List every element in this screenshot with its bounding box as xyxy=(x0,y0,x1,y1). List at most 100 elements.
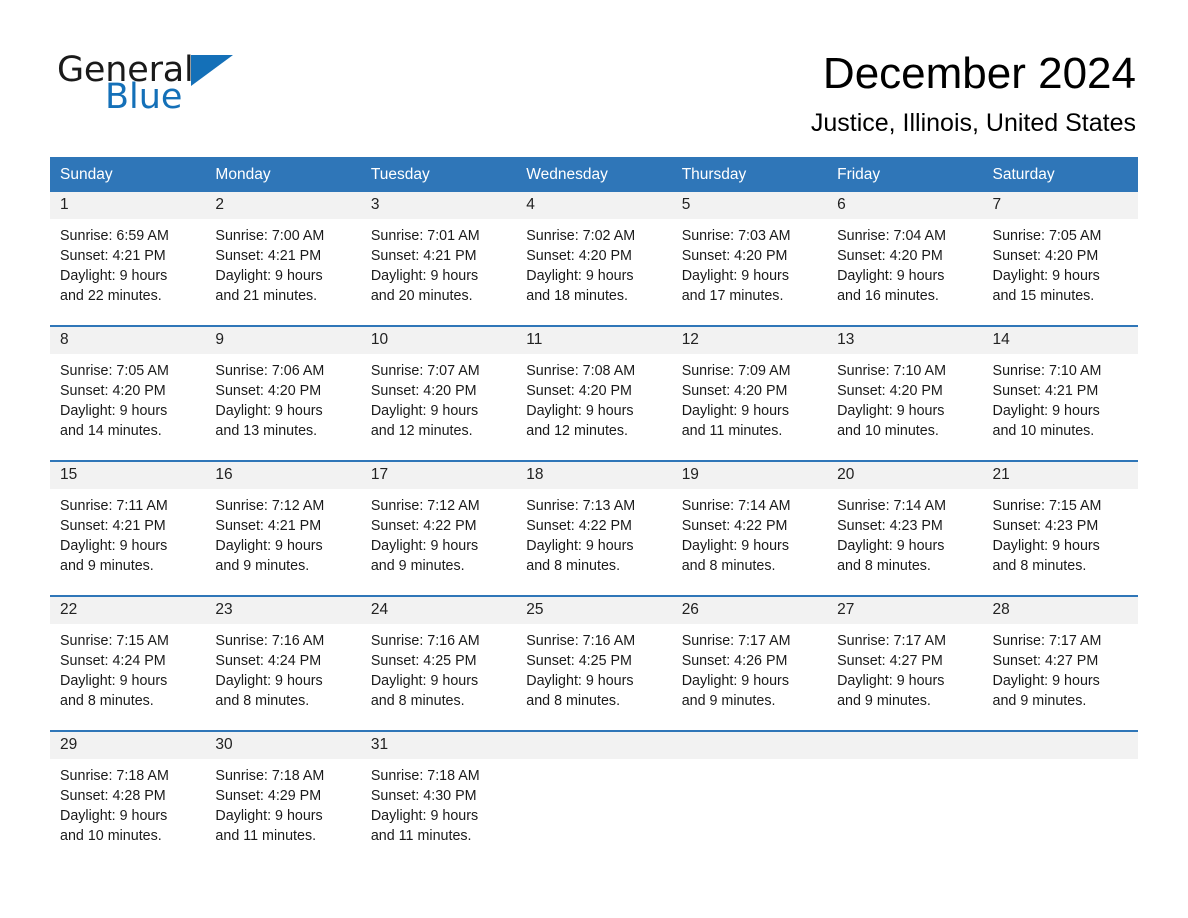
day-cell[interactable]: 5 Sunrise: 7:03 AM Sunset: 4:20 PM Dayli… xyxy=(671,192,828,325)
table-row[interactable]: 22 Sunrise: 7:15 AM Sunset: 4:24 PM Dayl… xyxy=(50,595,206,731)
day-cell[interactable]: 29 Sunrise: 7:18 AM Sunset: 4:28 PM Dayl… xyxy=(50,732,206,865)
day-cell[interactable]: 16 Sunrise: 7:12 AM Sunset: 4:21 PM Dayl… xyxy=(205,462,361,595)
daylight-text-line1: Daylight: 9 hours xyxy=(215,538,323,554)
table-row[interactable]: 24 Sunrise: 7:16 AM Sunset: 4:25 PM Dayl… xyxy=(360,595,517,731)
day-cell[interactable]: 27 Sunrise: 7:17 AM Sunset: 4:27 PM Dayl… xyxy=(827,597,983,730)
day-info: Sunrise: 7:09 AM Sunset: 4:20 PM Dayligh… xyxy=(672,354,827,441)
table-row[interactable]: 15 Sunrise: 7:11 AM Sunset: 4:21 PM Dayl… xyxy=(50,460,206,596)
day-info: Sunrise: 7:17 AM Sunset: 4:27 PM Dayligh… xyxy=(827,624,982,711)
table-row[interactable]: 9 Sunrise: 7:06 AM Sunset: 4:20 PM Dayli… xyxy=(205,325,361,461)
table-row[interactable]: 3 Sunrise: 7:01 AM Sunset: 4:21 PM Dayli… xyxy=(360,192,517,326)
daylight-text-line1: Daylight: 9 hours xyxy=(215,268,323,284)
day-number: 23 xyxy=(215,601,233,618)
day-number-band: 25 xyxy=(516,597,672,624)
calendar-week-row: 1 Sunrise: 6:59 AM Sunset: 4:21 PM Dayli… xyxy=(50,192,1138,326)
day-info: Sunrise: 7:16 AM Sunset: 4:24 PM Dayligh… xyxy=(205,624,360,711)
day-cell[interactable]: 21 Sunrise: 7:15 AM Sunset: 4:23 PM Dayl… xyxy=(982,462,1138,595)
day-cell[interactable]: 25 Sunrise: 7:16 AM Sunset: 4:25 PM Dayl… xyxy=(516,597,672,730)
table-row xyxy=(671,730,828,865)
daylight-text-line2: and 15 minutes. xyxy=(992,288,1095,304)
sunrise-text: Sunrise: 7:16 AM xyxy=(526,633,636,649)
day-cell[interactable]: 4 Sunrise: 7:02 AM Sunset: 4:20 PM Dayli… xyxy=(516,192,672,325)
day-cell[interactable]: 14 Sunrise: 7:10 AM Sunset: 4:21 PM Dayl… xyxy=(982,327,1138,460)
day-cell[interactable]: 12 Sunrise: 7:09 AM Sunset: 4:20 PM Dayl… xyxy=(671,327,828,460)
day-cell[interactable]: 15 Sunrise: 7:11 AM Sunset: 4:21 PM Dayl… xyxy=(50,462,206,595)
day-number: 4 xyxy=(526,196,535,213)
day-number: 5 xyxy=(681,196,691,213)
table-row[interactable]: 16 Sunrise: 7:12 AM Sunset: 4:21 PM Dayl… xyxy=(205,460,361,596)
day-info: Sunrise: 7:16 AM Sunset: 4:25 PM Dayligh… xyxy=(361,624,516,711)
table-row[interactable]: 26 Sunrise: 7:17 AM Sunset: 4:26 PM Dayl… xyxy=(671,595,828,731)
day-cell[interactable]: 22 Sunrise: 7:15 AM Sunset: 4:24 PM Dayl… xyxy=(50,597,206,730)
table-row[interactable]: 12 Sunrise: 7:09 AM Sunset: 4:20 PM Dayl… xyxy=(671,325,828,461)
table-row[interactable]: 11 Sunrise: 7:08 AM Sunset: 4:20 PM Dayl… xyxy=(516,325,672,461)
table-row[interactable]: 25 Sunrise: 7:16 AM Sunset: 4:25 PM Dayl… xyxy=(516,595,672,731)
daylight-text-line1: Daylight: 9 hours xyxy=(370,808,479,824)
day-number: 14 xyxy=(992,331,1010,348)
day-cell[interactable]: 20 Sunrise: 7:14 AM Sunset: 4:23 PM Dayl… xyxy=(827,462,983,595)
sunrise-text: Sunrise: 7:12 AM xyxy=(215,498,325,514)
table-row[interactable]: 14 Sunrise: 7:10 AM Sunset: 4:21 PM Dayl… xyxy=(982,325,1138,461)
day-number-band xyxy=(827,732,983,759)
day-cell[interactable]: 6 Sunrise: 7:04 AM Sunset: 4:20 PM Dayli… xyxy=(827,192,983,325)
table-row[interactable]: 21 Sunrise: 7:15 AM Sunset: 4:23 PM Dayl… xyxy=(982,460,1138,596)
day-cell[interactable]: 28 Sunrise: 7:17 AM Sunset: 4:27 PM Dayl… xyxy=(982,597,1138,730)
daylight-text-line1: Daylight: 9 hours xyxy=(681,673,789,689)
day-cell[interactable]: 30 Sunrise: 7:18 AM Sunset: 4:29 PM Dayl… xyxy=(205,732,361,865)
table-row[interactable]: 17 Sunrise: 7:12 AM Sunset: 4:22 PM Dayl… xyxy=(360,460,517,596)
day-number: 29 xyxy=(60,736,78,753)
sunset-text: Sunset: 4:24 PM xyxy=(215,653,322,669)
day-cell[interactable]: 17 Sunrise: 7:12 AM Sunset: 4:22 PM Dayl… xyxy=(360,462,517,595)
day-cell[interactable]: 24 Sunrise: 7:16 AM Sunset: 4:25 PM Dayl… xyxy=(360,597,517,730)
day-cell[interactable]: 31 Sunrise: 7:18 AM Sunset: 4:30 PM Dayl… xyxy=(360,732,517,865)
daylight-text-line1: Daylight: 9 hours xyxy=(992,673,1100,689)
day-cell[interactable]: 7 Sunrise: 7:05 AM Sunset: 4:20 PM Dayli… xyxy=(982,192,1138,325)
table-row[interactable]: 27 Sunrise: 7:17 AM Sunset: 4:27 PM Dayl… xyxy=(827,595,983,731)
sunset-text: Sunset: 4:21 PM xyxy=(215,248,322,264)
table-row[interactable]: 7 Sunrise: 7:05 AM Sunset: 4:20 PM Dayli… xyxy=(982,192,1138,326)
daylight-text-line2: and 8 minutes. xyxy=(526,558,621,574)
day-number-band: 7 xyxy=(982,192,1138,219)
general-blue-logo[interactable]: General Blue xyxy=(57,52,247,122)
daylight-text-line2: and 20 minutes. xyxy=(370,288,473,304)
day-cell[interactable]: 13 Sunrise: 7:10 AM Sunset: 4:20 PM Dayl… xyxy=(827,327,983,460)
daylight-text-line1: Daylight: 9 hours xyxy=(681,538,789,554)
daylight-text-line2: and 12 minutes. xyxy=(370,423,473,439)
day-cell[interactable]: 18 Sunrise: 7:13 AM Sunset: 4:22 PM Dayl… xyxy=(516,462,672,595)
table-row[interactable]: 10 Sunrise: 7:07 AM Sunset: 4:20 PM Dayl… xyxy=(360,325,517,461)
table-row[interactable]: 28 Sunrise: 7:17 AM Sunset: 4:27 PM Dayl… xyxy=(982,595,1138,731)
daylight-text-line2: and 8 minutes. xyxy=(370,693,465,709)
table-row[interactable]: 23 Sunrise: 7:16 AM Sunset: 4:24 PM Dayl… xyxy=(205,595,361,731)
table-row[interactable]: 19 Sunrise: 7:14 AM Sunset: 4:22 PM Dayl… xyxy=(671,460,828,596)
table-row[interactable]: 2 Sunrise: 7:00 AM Sunset: 4:21 PM Dayli… xyxy=(205,192,361,326)
table-row[interactable]: 5 Sunrise: 7:03 AM Sunset: 4:20 PM Dayli… xyxy=(671,192,828,326)
day-cell[interactable]: 2 Sunrise: 7:00 AM Sunset: 4:21 PM Dayli… xyxy=(205,192,361,325)
day-cell[interactable]: 8 Sunrise: 7:05 AM Sunset: 4:20 PM Dayli… xyxy=(50,327,206,460)
table-row[interactable]: 6 Sunrise: 7:04 AM Sunset: 4:20 PM Dayli… xyxy=(827,192,983,326)
day-cell[interactable]: 1 Sunrise: 6:59 AM Sunset: 4:21 PM Dayli… xyxy=(50,192,206,325)
day-number-band: 9 xyxy=(205,327,361,354)
day-info: Sunrise: 7:00 AM Sunset: 4:21 PM Dayligh… xyxy=(205,219,360,306)
day-cell[interactable]: 10 Sunrise: 7:07 AM Sunset: 4:20 PM Dayl… xyxy=(360,327,517,460)
table-row[interactable]: 29 Sunrise: 7:18 AM Sunset: 4:28 PM Dayl… xyxy=(50,730,206,865)
day-cell[interactable]: 9 Sunrise: 7:06 AM Sunset: 4:20 PM Dayli… xyxy=(205,327,361,460)
sunset-text: Sunset: 4:27 PM xyxy=(837,653,943,669)
day-number-band xyxy=(516,732,672,759)
day-cell[interactable]: 11 Sunrise: 7:08 AM Sunset: 4:20 PM Dayl… xyxy=(516,327,672,460)
day-number-band xyxy=(671,732,828,759)
day-cell[interactable]: 19 Sunrise: 7:14 AM Sunset: 4:22 PM Dayl… xyxy=(671,462,828,595)
day-cell[interactable]: 3 Sunrise: 7:01 AM Sunset: 4:21 PM Dayli… xyxy=(360,192,517,325)
day-number-band: 29 xyxy=(50,732,206,759)
table-row[interactable]: 13 Sunrise: 7:10 AM Sunset: 4:20 PM Dayl… xyxy=(827,325,983,461)
table-row[interactable]: 4 Sunrise: 7:02 AM Sunset: 4:20 PM Dayli… xyxy=(516,192,672,326)
table-row[interactable]: 31 Sunrise: 7:18 AM Sunset: 4:30 PM Dayl… xyxy=(360,730,517,865)
sunset-text: Sunset: 4:21 PM xyxy=(215,518,322,534)
table-row[interactable]: 20 Sunrise: 7:14 AM Sunset: 4:23 PM Dayl… xyxy=(827,460,983,596)
table-row[interactable]: 8 Sunrise: 7:05 AM Sunset: 4:20 PM Dayli… xyxy=(50,325,206,461)
table-row[interactable]: 18 Sunrise: 7:13 AM Sunset: 4:22 PM Dayl… xyxy=(516,460,672,596)
calendar-week-row: 15 Sunrise: 7:11 AM Sunset: 4:21 PM Dayl… xyxy=(50,460,1138,596)
day-cell[interactable]: 23 Sunrise: 7:16 AM Sunset: 4:24 PM Dayl… xyxy=(205,597,361,730)
table-row[interactable]: 1 Sunrise: 6:59 AM Sunset: 4:21 PM Dayli… xyxy=(50,192,206,326)
table-row[interactable]: 30 Sunrise: 7:18 AM Sunset: 4:29 PM Dayl… xyxy=(205,730,361,865)
day-cell[interactable]: 26 Sunrise: 7:17 AM Sunset: 4:26 PM Dayl… xyxy=(671,597,828,730)
